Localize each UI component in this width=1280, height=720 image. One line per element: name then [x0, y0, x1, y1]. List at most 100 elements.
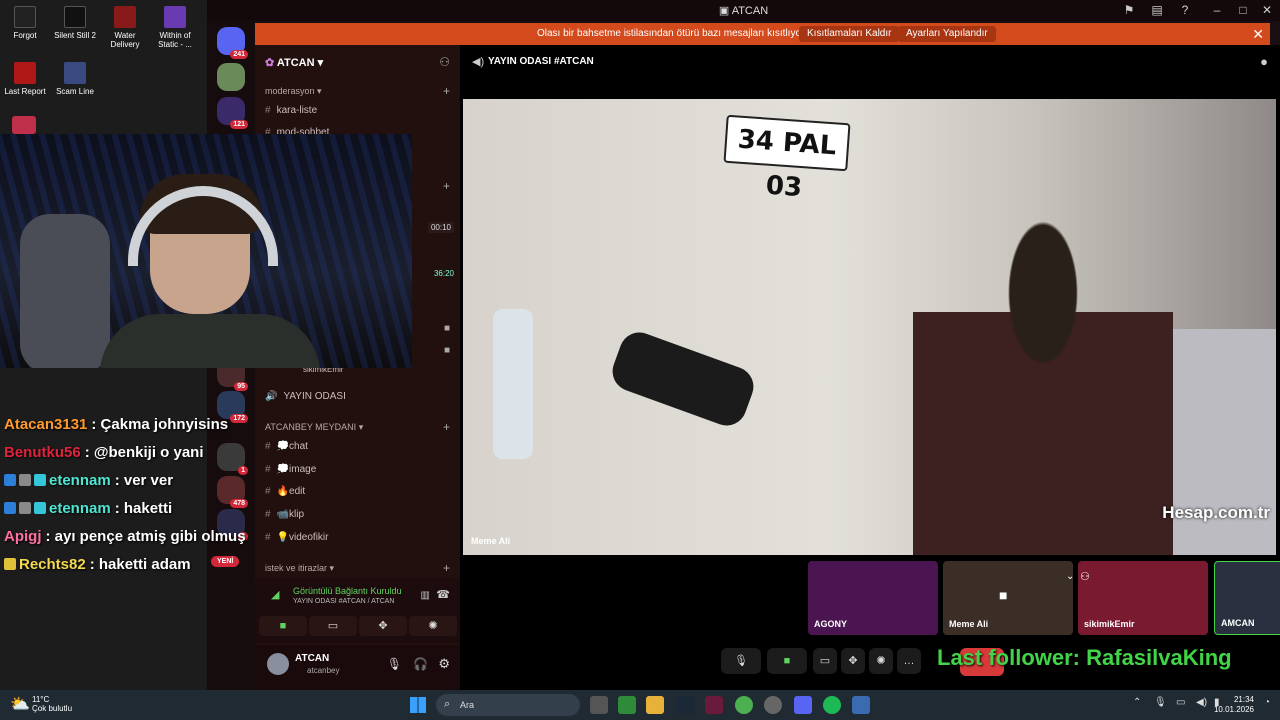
webcam-overlay: [0, 134, 412, 368]
maximize-icon[interactable]: □: [1232, 3, 1254, 17]
activities-button[interactable]: ✥: [359, 616, 407, 636]
close-icon[interactable]: ✕: [1252, 26, 1264, 43]
badge-icon: [19, 474, 31, 486]
channel-edit[interactable]: # 🔥edit: [265, 486, 305, 497]
soundboard-button[interactable]: ✺: [409, 616, 457, 636]
channel-image[interactable]: # 💭image: [265, 464, 316, 475]
app-icon[interactable]: [705, 696, 723, 714]
streamer-body: [100, 314, 320, 368]
voice-channel-path[interactable]: YAYIN ODASI #ATCAN / ATCAN: [293, 598, 394, 605]
add-channel-icon[interactable]: +: [443, 420, 450, 434]
camera-toggle-button[interactable]: ■: [767, 648, 807, 674]
user-panel: ATCAN atcanbey 🎙 🎧 ⚙: [255, 645, 460, 690]
screen-share-button[interactable]: ▭: [813, 648, 837, 674]
more-options-button[interactable]: …: [897, 648, 921, 674]
discord-icon[interactable]: [794, 696, 812, 714]
server-icon[interactable]: [217, 63, 245, 91]
disconnect-icon[interactable]: ☎: [436, 588, 450, 601]
add-channel-icon[interactable]: +: [443, 561, 450, 575]
remove-restrictions-button[interactable]: Kısıtlamaları Kaldır: [799, 26, 900, 42]
home-server-button[interactable]: 241: [217, 27, 248, 59]
channel-chat[interactable]: # 💭chat: [265, 441, 308, 452]
signal-icon: ◢: [271, 589, 280, 601]
add-member-icon[interactable]: ⚇: [439, 55, 450, 69]
server-icon[interactable]: 478: [217, 476, 248, 508]
participant-tile-sikimikemir[interactable]: sikimikEmir: [1078, 561, 1208, 635]
participant-tile-agony[interactable]: AGONY: [808, 561, 938, 635]
network-icon[interactable]: ▭: [1176, 697, 1185, 708]
chat-line: etennam: haketti: [4, 500, 172, 517]
chevron-up-icon[interactable]: ⌃: [1133, 697, 1141, 708]
desktop-icon-water-delivery[interactable]: Water Delivery: [100, 6, 150, 49]
app-icon[interactable]: [852, 696, 870, 714]
participant-label: AGONY: [814, 619, 848, 629]
help-icon[interactable]: ?: [1174, 3, 1196, 17]
chair-image: [20, 214, 110, 368]
desktop-icon-within-static[interactable]: Within of Static - ...: [150, 6, 200, 49]
soundboard-button[interactable]: ✺: [869, 648, 893, 674]
xbox-icon[interactable]: [618, 696, 636, 714]
category-meydan[interactable]: ATCANBEY MEYDANI ▾: [265, 422, 363, 433]
desktop-icon-scam-line[interactable]: Scam Line: [50, 62, 100, 96]
activities-button[interactable]: ✥: [841, 648, 865, 674]
server-icon[interactable]: 172: [217, 391, 248, 423]
new-badge[interactable]: YENİ: [211, 556, 240, 567]
close-icon[interactable]: ✕: [1256, 3, 1278, 17]
voice-channel-yayin-odasi[interactable]: 🔊 YAYIN ODASI: [265, 391, 346, 402]
server-icon[interactable]: 121: [217, 97, 248, 129]
taskbar-search[interactable]: ⌕ Ara: [436, 694, 580, 716]
screen-share-button[interactable]: ▭: [309, 616, 357, 636]
chat-bubble-icon[interactable]: ●: [1260, 54, 1268, 69]
add-channel-icon[interactable]: +: [443, 84, 450, 98]
github-icon[interactable]: [764, 696, 782, 714]
steam-icon[interactable]: [676, 696, 694, 714]
windows-start-icon[interactable]: [410, 697, 426, 713]
soundboard-icon[interactable]: ▥: [421, 590, 430, 601]
app-icon[interactable]: [12, 116, 36, 134]
avatar[interactable]: [267, 653, 289, 675]
add-user-icon[interactable]: ⚇: [1080, 570, 1090, 583]
category-moderasyon[interactable]: moderasyon ▾: [265, 86, 322, 97]
username[interactable]: ATCAN: [295, 653, 329, 664]
spotify-icon[interactable]: [823, 696, 841, 714]
camera-icon: ■: [999, 587, 1008, 603]
participant-tile-amcan[interactable]: AMCAN: [1214, 561, 1280, 635]
channel-klip[interactable]: # 📹klip: [265, 509, 304, 520]
configure-settings-button[interactable]: Ayarları Yapılandır: [898, 26, 996, 42]
channel-videofikir[interactable]: # 💡videofikir: [265, 532, 328, 543]
microphone-image: [606, 326, 760, 432]
channel-label: 💡videofikir: [276, 532, 329, 543]
weather-widget[interactable]: 11°C Çok bulutlu: [32, 695, 72, 713]
desktop-icon-silent-still[interactable]: Silent Still 2: [50, 6, 100, 40]
desktop-icon-forgot[interactable]: Forgot: [0, 6, 50, 40]
headphones-icon[interactable]: 🎧: [413, 657, 428, 671]
microphone-icon[interactable]: 🎙: [1154, 697, 1167, 708]
inbox-icon[interactable]: ▤: [1146, 3, 1168, 17]
desktop-icon-last-report[interactable]: Last Report: [0, 62, 50, 96]
flag-icon[interactable]: ⚑: [1118, 3, 1140, 17]
add-channel-icon[interactable]: +: [443, 179, 450, 193]
taskbar: ⛅ 11°C Çok bulutlu ⌕ Ara ⌃ 🎙 ▭ ◀) ▮ 21:3…: [0, 690, 1280, 720]
minimize-icon[interactable]: –: [1206, 3, 1228, 17]
gear-icon[interactable]: ⚙: [438, 656, 450, 672]
stream-video[interactable]: 34 PAL 03 Meme Ali Hesap.com.tr: [463, 99, 1276, 555]
desktop-icon-label: Forgot: [13, 31, 37, 40]
task-view-icon[interactable]: [590, 696, 608, 714]
category-istek[interactable]: istek ve itirazlar ▾: [265, 563, 334, 574]
volume-icon[interactable]: ◀): [1196, 697, 1207, 708]
server-icon[interactable]: 1: [217, 443, 248, 475]
notification-icon[interactable]: ◔: [1264, 697, 1270, 708]
clock[interactable]: 21:34 10.01.2026: [1214, 695, 1254, 715]
chrome-icon[interactable]: [735, 696, 753, 714]
server-name[interactable]: ✿ ATCAN ▾: [265, 56, 323, 69]
weather-icon[interactable]: ⛅: [10, 694, 30, 714]
file-explorer-icon[interactable]: [646, 696, 664, 714]
participant-tile-meme-ali[interactable]: ■ Meme Ali: [943, 561, 1073, 635]
chevron-down-icon[interactable]: ⌄: [1066, 571, 1074, 582]
mute-button[interactable]: 🎙: [721, 648, 761, 674]
unread-badge: 172: [230, 414, 248, 423]
microphone-icon[interactable]: 🎙: [387, 657, 402, 671]
camera-button[interactable]: ■: [259, 616, 307, 636]
channel-kara-liste[interactable]: # kara-liste: [265, 105, 317, 116]
participant-label: Meme Ali: [949, 619, 989, 629]
